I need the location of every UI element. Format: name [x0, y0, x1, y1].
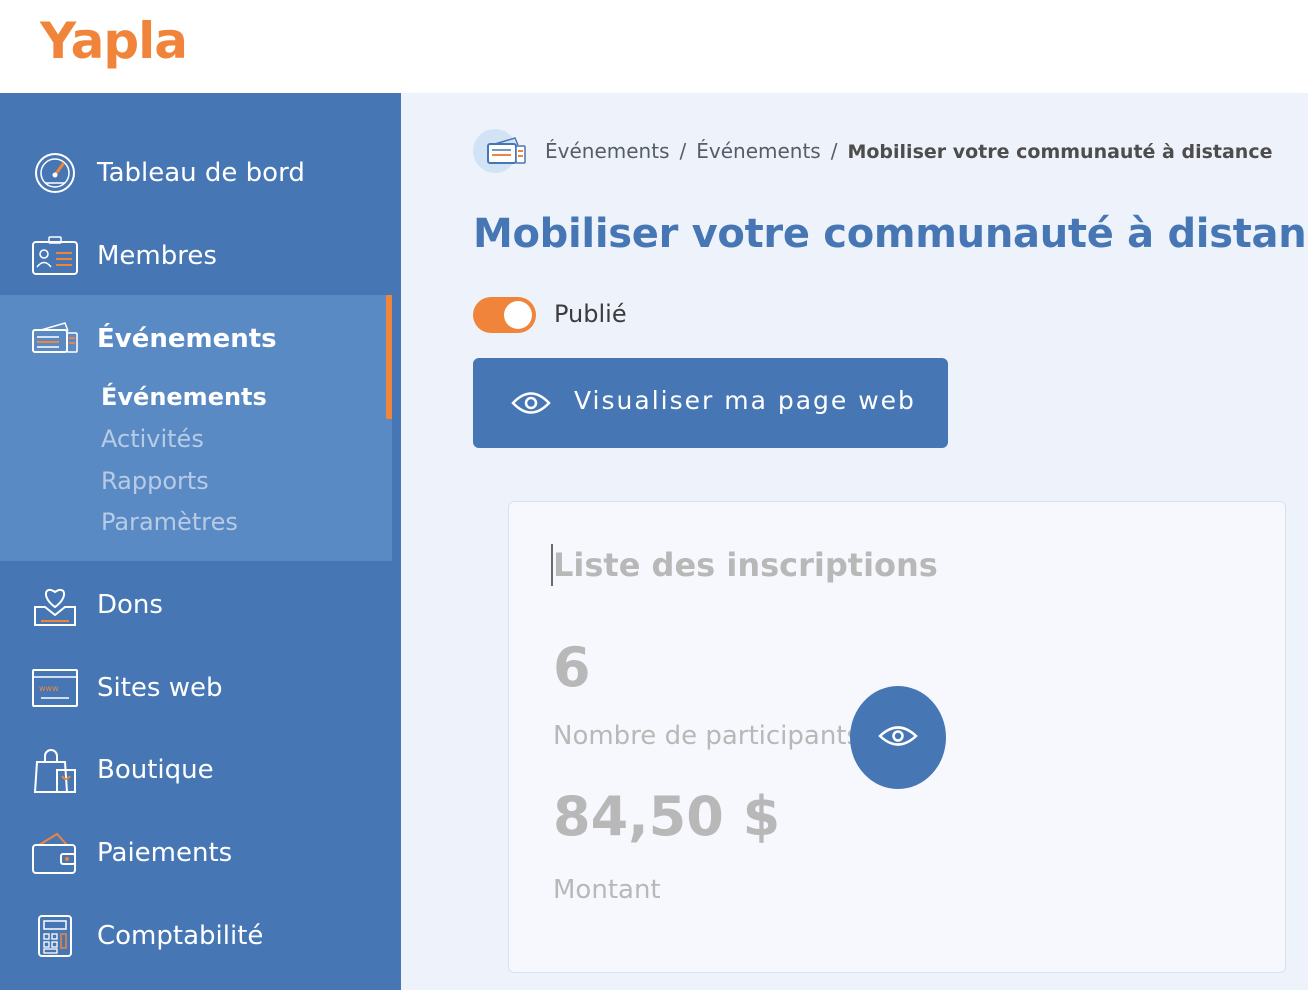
sidebar-item-donations[interactable]: Dons: [0, 570, 401, 640]
main-content: Événements / Événements / Mobiliser votre co…: [401, 93, 1308, 990]
toggle-knob: [504, 301, 532, 329]
sidebar-item-websites[interactable]: www Sites web: [0, 653, 401, 723]
breadcrumb-current: Mobiliser votre communauté à distance: [847, 141, 1273, 163]
published-toggle[interactable]: [473, 297, 536, 333]
sidebar-item-label: Membres: [97, 241, 217, 271]
sidebar-item-label: Paiements: [97, 838, 233, 868]
breadcrumb-separator: /: [679, 139, 687, 163]
amount-label: Montant: [553, 875, 661, 905]
svg-text:www: www: [39, 684, 59, 693]
sidebar-item-payments[interactable]: Paiements: [0, 818, 401, 888]
sidebar-item-label: Dons: [97, 590, 163, 620]
breadcrumb: Événements / Événements / Mobiliser votre co…: [545, 139, 1272, 163]
subnav-item-events[interactable]: Événements: [101, 383, 267, 411]
breadcrumb-item-events[interactable]: Événements: [545, 139, 669, 163]
sidebar-item-events[interactable]: Événements: [0, 304, 401, 374]
sidebar-item-label: Sites web: [97, 673, 223, 703]
sidebar-item-shop[interactable]: Boutique: [0, 735, 401, 805]
sidebar-item-label: Événements: [97, 324, 277, 354]
member-card-icon: [30, 234, 80, 278]
eye-icon: [878, 721, 918, 755]
amount-value: 84,50 $: [553, 785, 781, 848]
sidebar-item-label: Boutique: [97, 755, 214, 785]
sidebar-item-members[interactable]: Membres: [0, 221, 401, 291]
card-title: Liste des inscriptions: [553, 546, 938, 584]
subnav-item-activities[interactable]: Activités: [101, 425, 204, 453]
sidebar: Tableau de bord Membres Événements Événe…: [0, 93, 401, 990]
sidebar-item-accounting[interactable]: Comptabilité: [0, 901, 401, 971]
eye-icon: [511, 386, 551, 420]
view-registrations-button[interactable]: [850, 686, 946, 789]
tickets-icon: [473, 129, 526, 175]
website-icon: www: [30, 666, 80, 710]
sidebar-item-dashboard[interactable]: Tableau de bord: [0, 138, 401, 208]
tickets-icon: [30, 317, 80, 361]
top-header: Yapla: [0, 0, 1308, 93]
sidebar-item-label: Tableau de bord: [97, 158, 305, 188]
subnav-item-settings[interactable]: Paramètres: [101, 508, 238, 536]
subnav-item-reports[interactable]: Rapports: [101, 467, 209, 495]
participants-count: 6: [553, 636, 591, 699]
page-title: Mobiliser votre communauté à distance: [473, 211, 1308, 257]
wallet-icon: [30, 831, 80, 875]
participants-label: Nombre de participants: [553, 721, 861, 751]
view-webpage-button[interactable]: Visualiser ma page web: [473, 358, 948, 448]
view-webpage-label: Visualiser ma page web: [574, 386, 916, 415]
calculator-icon: [30, 914, 80, 958]
dashboard-gauge-icon: [30, 151, 80, 195]
sidebar-item-label: Comptabilité: [97, 921, 264, 951]
published-label: Publié: [554, 300, 627, 328]
breadcrumb-item-events-list[interactable]: Événements: [696, 139, 820, 163]
donation-heart-icon: [30, 583, 80, 627]
shopping-bag-icon: [30, 748, 80, 793]
breadcrumb-separator: /: [830, 139, 838, 163]
yapla-logo[interactable]: Yapla: [40, 12, 188, 70]
